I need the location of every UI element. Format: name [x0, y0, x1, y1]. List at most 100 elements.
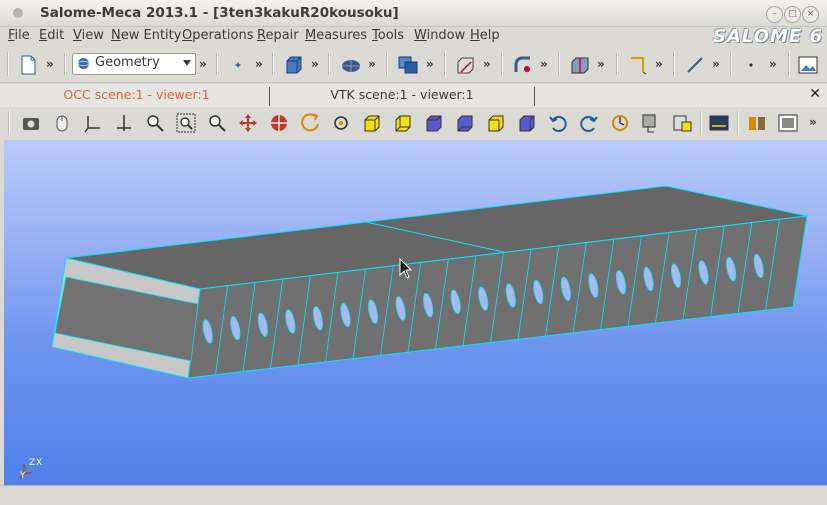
menu-help[interactable]: Help [470, 28, 500, 43]
toolbar-overflow[interactable]: » [46, 57, 54, 71]
dump-view-camera-icon[interactable] [20, 112, 42, 134]
pan-icon[interactable] [237, 112, 259, 134]
window-title: Salome-Meca 2013.1 - [3ten3kakuR20kousok… [40, 5, 399, 21]
graduated-axes-icon[interactable] [671, 112, 693, 134]
zoom-magnifier-icon[interactable] [206, 112, 228, 134]
module-selector[interactable]: Geometry [72, 53, 196, 75]
vertex-icon[interactable] [741, 54, 763, 76]
beam-model[interactable] [4, 140, 827, 485]
toolbar-separator [444, 52, 446, 76]
toolbar-overflow[interactable]: » [368, 57, 376, 71]
sketch-line-icon[interactable] [684, 54, 706, 76]
toolbar-overflow[interactable]: » [712, 57, 720, 71]
geometry-module-icon [77, 58, 90, 69]
toolbar-separator [737, 111, 739, 135]
toolbar-overflow[interactable]: » [426, 57, 434, 71]
view-right-icon[interactable] [516, 112, 538, 134]
ellipsoid-icon[interactable] [340, 54, 362, 76]
axis-trihedron-icon: Z X Y [19, 458, 42, 481]
axis-label-z: Z [29, 458, 35, 468]
menu-repair[interactable]: Repair [257, 28, 299, 43]
clipping-icon[interactable] [640, 112, 662, 134]
toolbar-overflow[interactable]: » [655, 57, 663, 71]
toolbar-separator [386, 52, 388, 76]
toolbar-separator [700, 111, 702, 135]
menu-tools[interactable]: Tools [372, 28, 404, 43]
rotate-clockwise-icon[interactable] [578, 112, 600, 134]
axis-label-x: X [36, 458, 42, 468]
toolbar-overflow[interactable]: » [809, 115, 817, 129]
toolbar-separator [501, 52, 503, 76]
menu-measures[interactable]: Measures [305, 28, 367, 43]
menu-edit[interactable]: Edit [39, 28, 64, 43]
menu-file[interactable]: File [8, 28, 30, 43]
chevron-down-icon [183, 60, 191, 66]
sync-views-icon[interactable] [777, 112, 799, 134]
transform-icon[interactable] [455, 54, 477, 76]
minimize-button[interactable]: – [766, 6, 783, 23]
menu-operations[interactable]: Operations [182, 28, 253, 43]
status-bar [0, 485, 827, 505]
toolbar-separator [272, 52, 274, 76]
view-bottom-icon[interactable] [454, 112, 476, 134]
menu-new-entity[interactable]: New Entity [111, 28, 181, 43]
maximize-view-icon[interactable] [746, 112, 768, 134]
reset-view-icon[interactable] [609, 112, 631, 134]
partition-icon[interactable] [569, 54, 591, 76]
toolbar-overflow[interactable]: » [255, 57, 263, 71]
close-tab-button[interactable]: ✕ [809, 86, 821, 102]
toolbar-overflow[interactable]: » [483, 57, 491, 71]
toolbar-separator [8, 111, 10, 135]
rotate-icon[interactable] [299, 112, 321, 134]
module-selector-value: Geometry [95, 55, 160, 70]
maximize-button[interactable]: □ [784, 6, 801, 23]
axis-label-y: Y [19, 471, 26, 481]
global-pan-icon[interactable] [268, 112, 290, 134]
view-left-icon[interactable] [485, 112, 507, 134]
fit-area-icon[interactable] [144, 112, 166, 134]
view-top-icon[interactable] [423, 112, 445, 134]
toolbar-overflow[interactable]: » [311, 57, 319, 71]
view-front-icon[interactable] [361, 112, 383, 134]
zoom-icon[interactable] [175, 112, 197, 134]
viewer-toolbar: » [0, 107, 827, 140]
toolbar-separator [558, 52, 560, 76]
tab-vtk-viewer[interactable]: VTK scene:1 - viewer:1 [270, 87, 535, 106]
toolbar-separator [64, 52, 66, 76]
tab-occ-viewer[interactable]: OCC scene:1 - viewer:1 [4, 87, 270, 106]
menu-window[interactable]: Window [414, 28, 465, 43]
fit-all-icon[interactable] [113, 112, 135, 134]
window-menu-icon[interactable] [13, 8, 23, 18]
fillet-icon[interactable] [512, 54, 534, 76]
toolbar-overflow[interactable]: » [597, 57, 605, 71]
menu-bar: File Edit View New Entity Operations Rep… [0, 26, 827, 46]
clone-view-icon[interactable] [708, 112, 730, 134]
toolbar-overflow[interactable]: » [769, 57, 777, 71]
toolbar-separator [328, 52, 330, 76]
dump-view-icon[interactable] [797, 54, 819, 76]
interaction-style-icon[interactable] [51, 112, 73, 134]
toolbar-separator [616, 52, 618, 76]
close-window-button[interactable]: × [802, 6, 819, 23]
view-back-icon[interactable] [392, 112, 414, 134]
measure-icon[interactable] [627, 54, 649, 76]
point-icon[interactable] [227, 54, 249, 76]
box-primitive-icon[interactable] [283, 54, 305, 76]
toolbar-overflow[interactable]: » [199, 57, 207, 71]
show-trihedron-icon[interactable] [82, 112, 104, 134]
toolbar-separator [7, 52, 9, 76]
toolbar-overflow[interactable]: » [540, 57, 548, 71]
boolean-icon[interactable] [397, 54, 419, 76]
toolbar-separator [730, 52, 732, 76]
title-bar: Salome-Meca 2013.1 - [3ten3kakuR20kousok… [0, 0, 827, 27]
toolbar-separator [216, 52, 218, 76]
toolbar-separator [788, 52, 790, 76]
salome-logo: SALOME 6 [712, 26, 823, 47]
new-document-icon[interactable] [17, 54, 39, 76]
rotation-point-icon[interactable] [330, 112, 352, 134]
viewer-tab-bar: OCC scene:1 - viewer:1 VTK scene:1 - vie… [0, 84, 827, 108]
occ-3d-viewer[interactable]: Z X Y [4, 140, 827, 485]
rotate-counterclockwise-icon[interactable] [547, 112, 569, 134]
menu-view[interactable]: View [73, 28, 104, 43]
toolbar-separator [673, 52, 675, 76]
